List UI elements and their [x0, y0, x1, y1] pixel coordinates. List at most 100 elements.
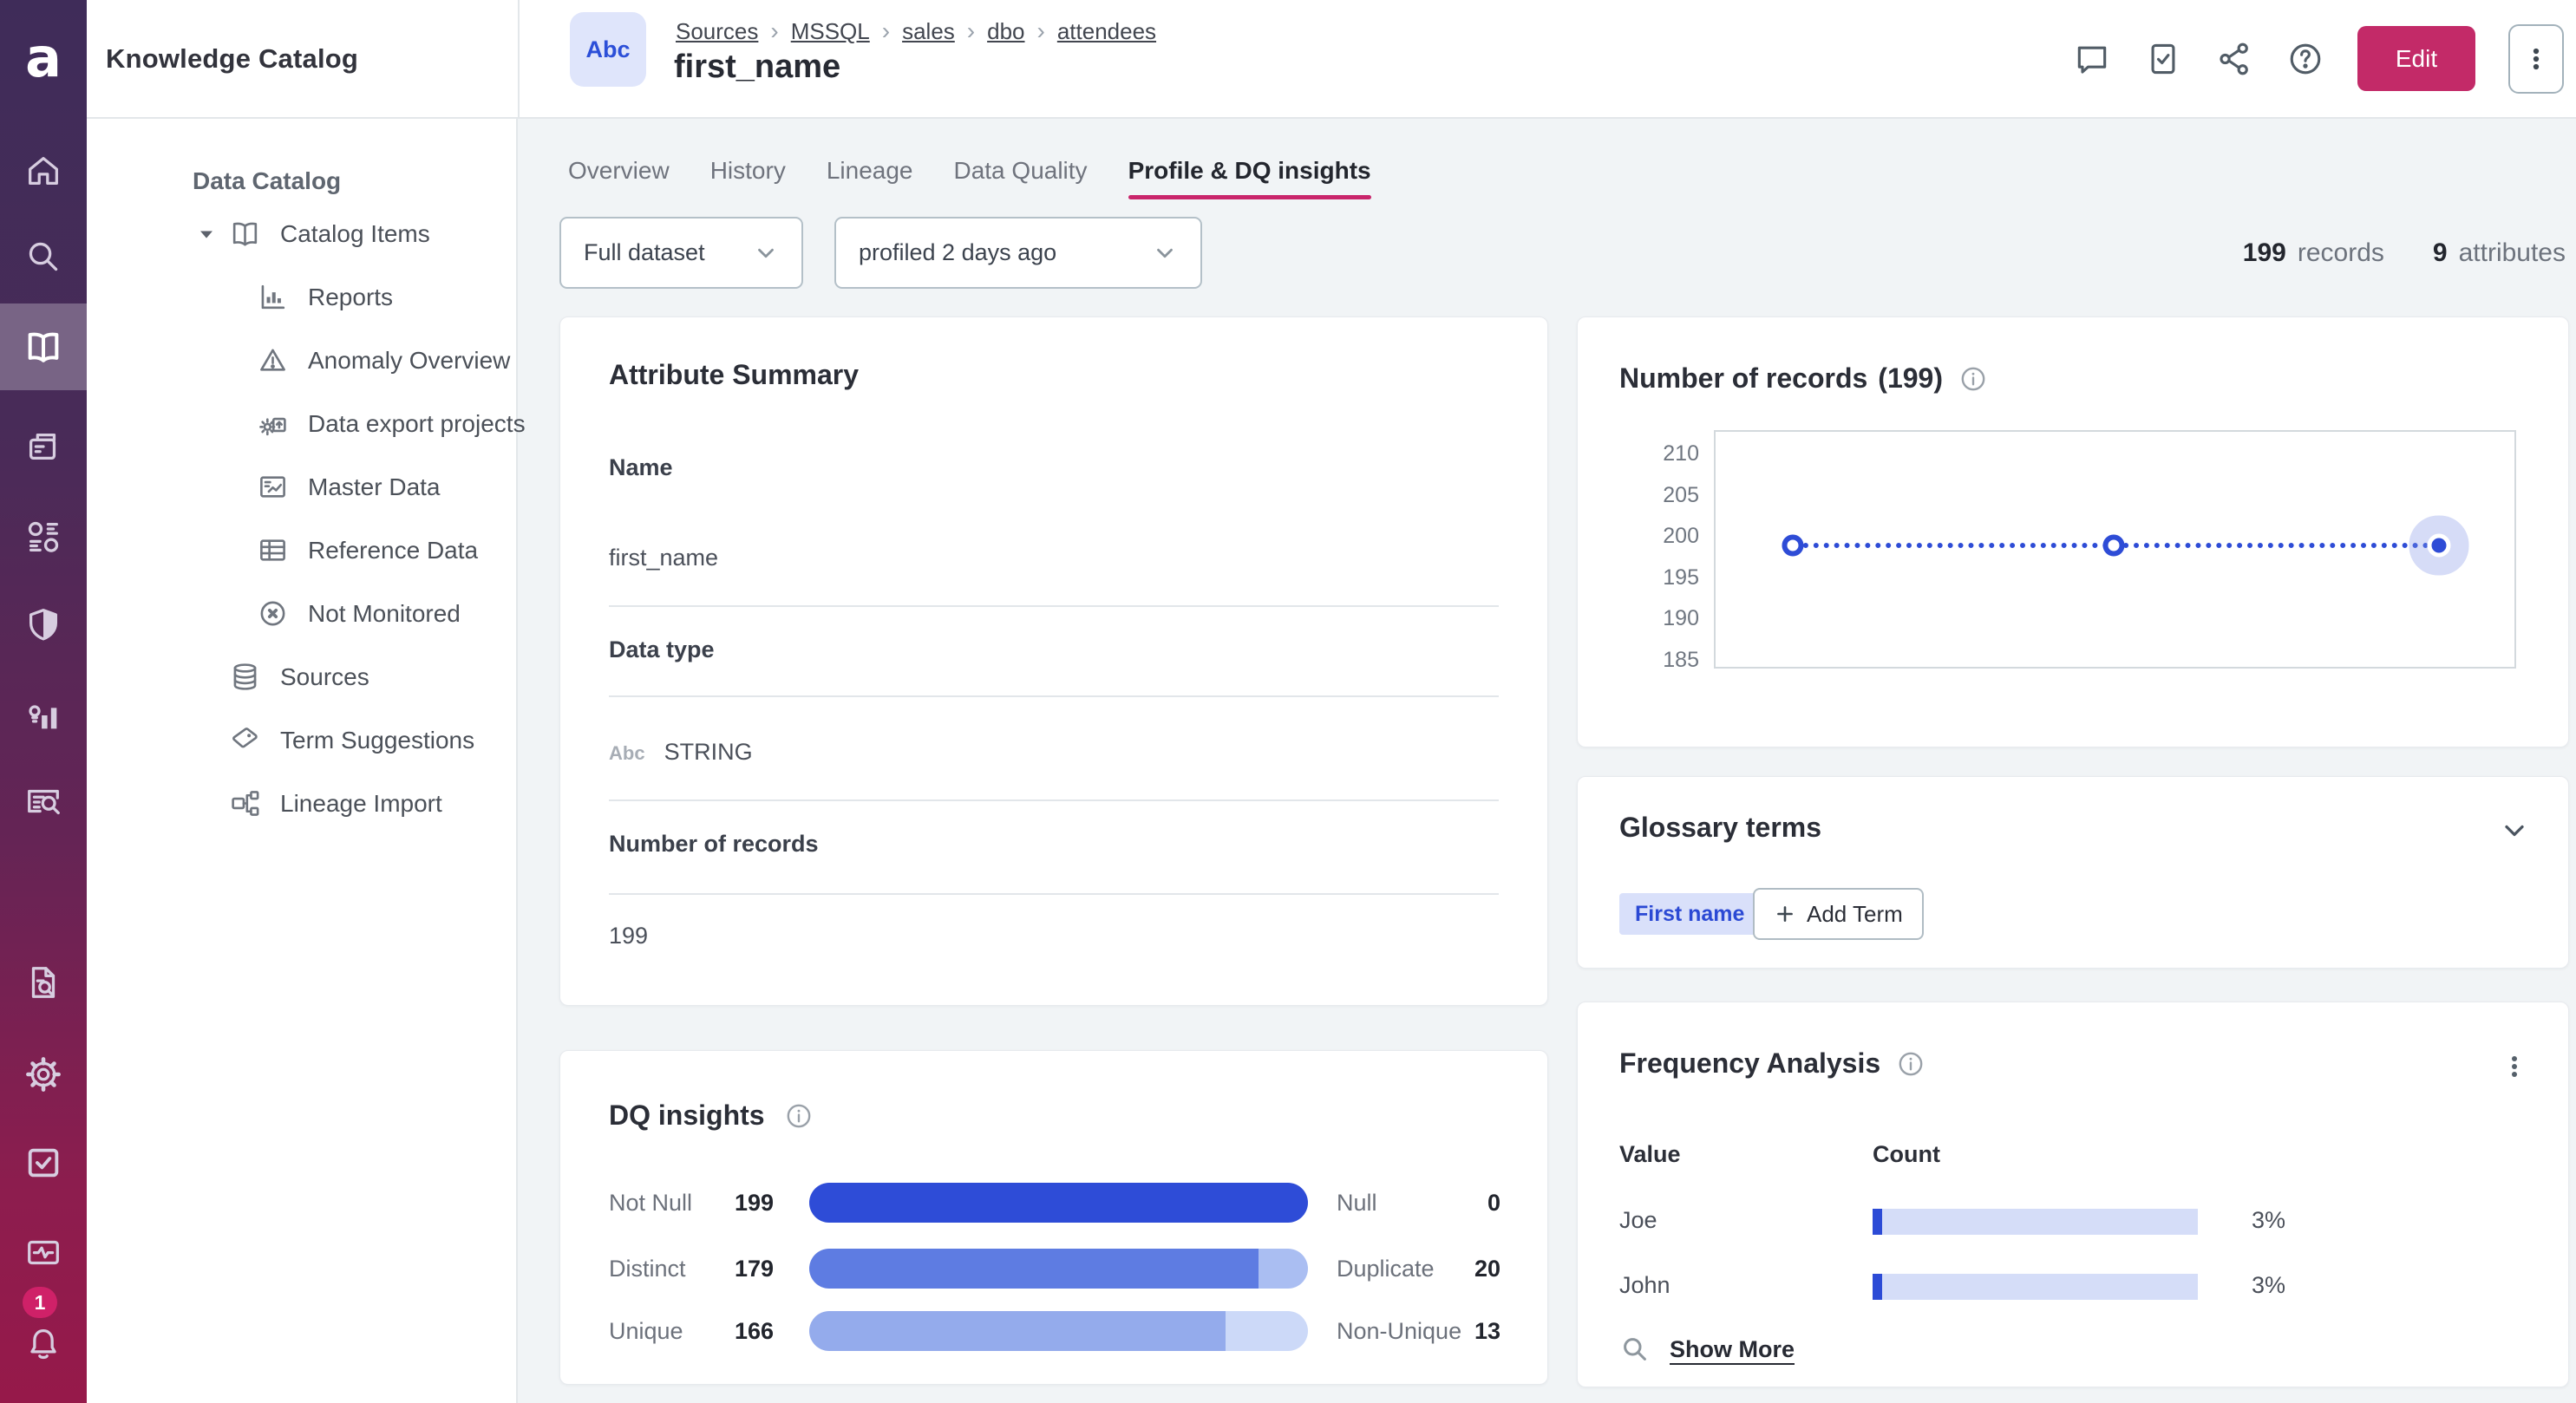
- warning-triangle-icon: [257, 344, 289, 376]
- search-icon: [23, 237, 63, 277]
- rail-item-tasks[interactable]: [0, 1119, 87, 1206]
- sidebar-item-not-monitored[interactable]: Not Monitored: [87, 582, 514, 645]
- dq-left-value: 199: [690, 1190, 774, 1217]
- y-tick-label: 190: [1578, 606, 1699, 631]
- sidebar-item-label: Term Suggestions: [280, 727, 474, 754]
- records-count: 199: [2243, 238, 2286, 268]
- rail-item-data-processing[interactable]: [0, 403, 87, 490]
- frequency-value: John: [1619, 1272, 1670, 1299]
- circle-x-icon: [257, 597, 289, 630]
- share-button[interactable]: [2215, 40, 2253, 78]
- breadcrumb-mssql[interactable]: MSSQL: [791, 18, 870, 45]
- attributes-count: 9: [2433, 238, 2448, 268]
- rail-item-profiling-reports[interactable]: [0, 939, 87, 1026]
- add-term-label: Add Term: [1807, 901, 1903, 928]
- card-title: DQ insights: [609, 1100, 765, 1132]
- tab-data-quality[interactable]: Data Quality: [953, 157, 1087, 199]
- dq-bar-fill: [809, 1311, 1226, 1351]
- sidebar-item-catalog-items[interactable]: Catalog Items: [87, 202, 514, 265]
- show-more-button[interactable]: Show More: [1619, 1334, 1795, 1365]
- chevron-down-icon: [1152, 240, 1178, 266]
- more-actions-button[interactable]: [2508, 24, 2564, 94]
- help-icon: [2286, 40, 2324, 78]
- tab-overview[interactable]: Overview: [568, 157, 670, 199]
- query-search-icon: [23, 781, 63, 821]
- tasks-button[interactable]: [2144, 40, 2182, 78]
- card-title: Number of records(199): [1619, 362, 1943, 395]
- sidebar-item-sources[interactable]: Sources: [87, 645, 514, 708]
- frequency-bar: [1873, 1209, 2198, 1235]
- card-menu-button[interactable]: [2499, 1051, 2530, 1082]
- data-type-field-label: Data type: [609, 636, 715, 663]
- rail-item-knowledge-catalog[interactable]: [0, 303, 87, 390]
- info-icon[interactable]: [784, 1101, 814, 1131]
- rail-item-monitoring[interactable]: [0, 1209, 87, 1295]
- sidebar-item-data-export-projects[interactable]: Data export projects: [87, 392, 514, 455]
- sidebar-item-label: Sources: [280, 663, 369, 691]
- brand-logo[interactable]: a: [0, 0, 87, 115]
- field-divider: [609, 605, 1499, 607]
- rail-item-home[interactable]: [0, 127, 87, 214]
- breadcrumb-sources[interactable]: Sources: [676, 18, 758, 45]
- plus-icon: [1774, 903, 1796, 925]
- sidebar-item-term-suggestions[interactable]: Term Suggestions: [87, 708, 514, 772]
- tab-history[interactable]: History: [710, 157, 786, 199]
- breadcrumb-attendees[interactable]: attendees: [1057, 18, 1156, 45]
- sidebar-item-label: Catalog Items: [280, 220, 430, 248]
- breadcrumb-separator-icon: ›: [882, 17, 890, 45]
- bar-chart-icon: [257, 281, 289, 313]
- column-header-value: Value: [1619, 1141, 1681, 1168]
- sidebar-section-title: Data Catalog: [193, 167, 341, 195]
- rail-item-data-quality[interactable]: [0, 581, 87, 668]
- abc-type-icon: Abc: [609, 742, 645, 764]
- data-point[interactable]: [2102, 534, 2124, 556]
- card-header: Frequency Analysis: [1619, 1047, 1925, 1080]
- sidebar-item-reports[interactable]: Reports: [87, 265, 514, 329]
- widgets-grid-icon: [23, 517, 63, 557]
- show-more-label: Show More: [1670, 1336, 1795, 1363]
- help-button[interactable]: [2286, 40, 2324, 78]
- sidebar-item-master-data[interactable]: Master Data: [87, 455, 514, 519]
- data-point[interactable]: [2428, 533, 2451, 557]
- y-tick-label: 205: [1578, 483, 1699, 508]
- dq-bar-fill: [809, 1183, 1308, 1223]
- y-tick-label: 210: [1578, 441, 1699, 467]
- frequency-percent: 3%: [2252, 1207, 2285, 1234]
- breadcrumb-dbo[interactable]: dbo: [987, 18, 1024, 45]
- dq-right-value: 13: [1419, 1318, 1500, 1345]
- rail-item-settings[interactable]: [0, 1031, 87, 1118]
- rail-item-search[interactable]: [0, 213, 87, 300]
- rail-item-insights[interactable]: [0, 672, 87, 759]
- edit-button[interactable]: Edit: [2357, 26, 2475, 91]
- topbar-divider: [518, 0, 520, 117]
- profile-version-select[interactable]: profiled 2 days ago: [834, 217, 1202, 289]
- glossary-terms-card: Glossary terms First name Add Term: [1577, 776, 2569, 969]
- tab-lineage[interactable]: Lineage: [827, 157, 913, 199]
- main-content: Overview History Lineage Data Quality Pr…: [518, 119, 2576, 1403]
- monitor-pulse-icon: [23, 1232, 63, 1272]
- glossary-term-chip[interactable]: First name: [1619, 893, 1760, 935]
- frequency-percent: 3%: [2252, 1272, 2285, 1299]
- sidebar-item-anomaly-overview[interactable]: Anomaly Overview: [87, 329, 514, 392]
- sidebar-item-reference-data[interactable]: Reference Data: [87, 519, 514, 582]
- collapse-chevron-icon[interactable]: [2499, 815, 2530, 846]
- chevron-down-icon[interactable]: [194, 222, 219, 246]
- dataset-select[interactable]: Full dataset: [559, 217, 803, 289]
- add-term-button[interactable]: Add Term: [1753, 888, 1924, 940]
- comments-button[interactable]: [2073, 40, 2111, 78]
- breadcrumb-separator-icon: ›: [1037, 17, 1045, 45]
- rail-item-widgets[interactable]: [0, 493, 87, 580]
- sidebar-item-lineage-import[interactable]: Lineage Import: [87, 772, 514, 835]
- tab-profile-dq-insights[interactable]: Profile & DQ insights: [1128, 157, 1371, 199]
- comment-icon: [2073, 40, 2111, 78]
- card-header: Number of records(199): [1619, 362, 1988, 395]
- breadcrumb-sales[interactable]: sales: [902, 18, 955, 45]
- data-point[interactable]: [1782, 534, 1804, 556]
- rail-item-notifications[interactable]: 1: [0, 1301, 87, 1387]
- info-icon[interactable]: [1958, 364, 1988, 394]
- records-chart-count: (199): [1878, 362, 1943, 394]
- frequency-row-joe: Joe 3%: [1578, 1202, 2568, 1242]
- rail-item-query-explorer[interactable]: [0, 758, 87, 845]
- info-icon[interactable]: [1896, 1049, 1925, 1079]
- search-icon: [1619, 1334, 1651, 1365]
